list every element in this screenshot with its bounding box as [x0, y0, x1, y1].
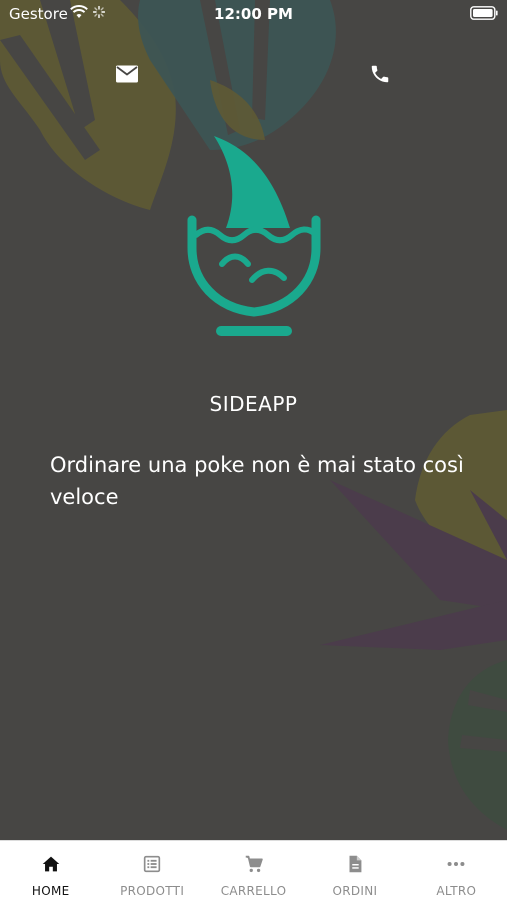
tab-altro[interactable]: ALTRO: [406, 841, 507, 900]
tab-label: ORDINI: [332, 884, 378, 898]
status-bar: Gestore 12:00 PM: [0, 0, 507, 30]
tagline-text: Ordinare una poke non è mai stato così v…: [50, 453, 464, 509]
list-icon: [143, 855, 161, 873]
home-icon: [42, 856, 59, 872]
bottom-tab-bar: HOME PRODOTTI CARRELLO ORDINI ALTRO: [0, 840, 507, 900]
battery-icon: [470, 6, 498, 20]
tab-label: HOME: [31, 884, 70, 898]
tab-prodotti[interactable]: PRODOTTI: [101, 841, 202, 900]
tab-label: CARRELLO: [220, 884, 287, 898]
cart-icon: [245, 855, 263, 873]
leaf-background-decoration: [0, 0, 507, 830]
mail-icon[interactable]: [115, 64, 139, 84]
phone-icon[interactable]: [369, 63, 391, 85]
sideapp-logo: [187, 136, 321, 336]
home-screen: Gestore 12:00 PM SIDEAPP Ordinare una po…: [0, 0, 507, 900]
tab-carrello[interactable]: CARRELLO: [203, 841, 304, 900]
app-name-title: SIDEAPP: [209, 392, 298, 416]
tab-home[interactable]: HOME: [0, 841, 101, 900]
tab-label: ALTRO: [436, 884, 477, 898]
document-icon: [349, 855, 362, 873]
tab-ordini[interactable]: ORDINI: [304, 841, 405, 900]
more-icon: [447, 861, 465, 867]
status-clock: 12:00 PM: [214, 5, 293, 23]
tab-label: PRODOTTI: [120, 884, 185, 898]
